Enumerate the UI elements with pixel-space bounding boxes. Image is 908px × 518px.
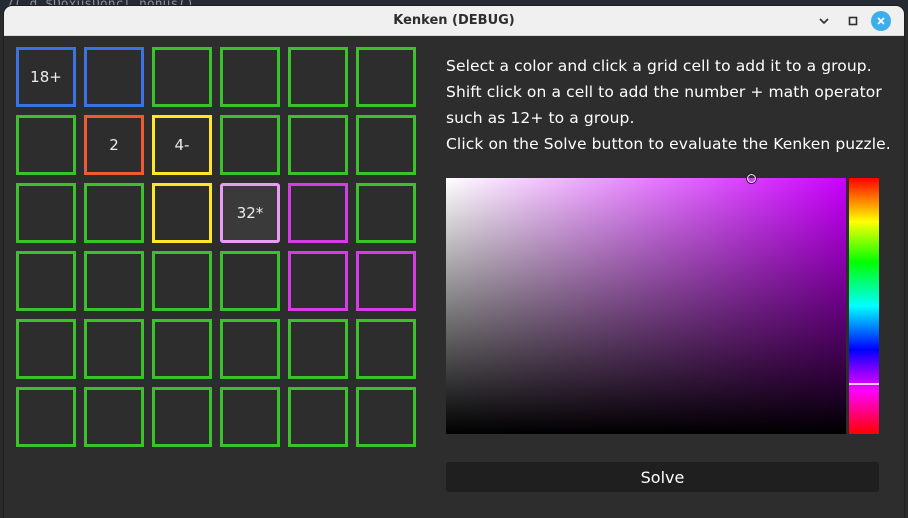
grid-cell[interactable] [220, 47, 280, 107]
grid-cell[interactable] [356, 115, 416, 175]
grid-cell[interactable] [356, 387, 416, 447]
instruction-line-4: Click on the Solve button to evaluate th… [446, 135, 891, 153]
grid-cell[interactable] [84, 47, 144, 107]
instruction-line-3: such as 12+ to a group. [446, 109, 635, 127]
grid-cell[interactable] [220, 319, 280, 379]
grid-cell[interactable] [220, 387, 280, 447]
grid-cell[interactable] [288, 387, 348, 447]
grid-cell[interactable] [220, 115, 280, 175]
grid-cell[interactable]: 32* [220, 183, 280, 243]
hue-slider-handle[interactable] [849, 383, 879, 385]
grid-cell[interactable]: 4- [152, 115, 212, 175]
grid-cell[interactable] [288, 115, 348, 175]
grid-cell[interactable]: 18+ [16, 47, 76, 107]
grid-cell[interactable] [16, 251, 76, 311]
grid-cell[interactable] [356, 251, 416, 311]
grid-cell[interactable]: 2 [84, 115, 144, 175]
grid-cell[interactable] [152, 319, 212, 379]
grid-cell[interactable] [220, 251, 280, 311]
instruction-line-2: Shift click on a cell to add the number … [446, 83, 882, 101]
grid-cell[interactable] [16, 319, 76, 379]
instructions: Select a color and click a grid cell to … [446, 53, 896, 157]
grid-cell[interactable] [16, 115, 76, 175]
instruction-line-1: Select a color and click a grid cell to … [446, 57, 872, 75]
grid-cell[interactable] [288, 47, 348, 107]
saturation-value-picker[interactable] [446, 173, 846, 434]
grid-cell[interactable] [288, 319, 348, 379]
grid-cell[interactable] [288, 251, 348, 311]
grid-cell[interactable] [356, 319, 416, 379]
grid-cell[interactable] [16, 183, 76, 243]
title-bar[interactable]: Kenken (DEBUG) [4, 6, 904, 36]
grid-cell[interactable] [84, 387, 144, 447]
window-title: Kenken (DEBUG) [393, 13, 515, 28]
grid-cell[interactable] [152, 47, 212, 107]
grid-cell[interactable] [152, 251, 212, 311]
kenken-grid: 18+ 2 4- 32* [16, 47, 431, 462]
close-button[interactable] [871, 11, 891, 31]
maximize-icon [848, 16, 858, 26]
minimize-button[interactable] [814, 11, 834, 31]
grid-cell[interactable] [288, 183, 348, 243]
color-picker-handle[interactable] [746, 173, 757, 184]
solve-button[interactable]: Solve [446, 462, 879, 492]
hue-slider[interactable] [849, 178, 879, 434]
grid-cell[interactable] [356, 47, 416, 107]
close-icon [877, 17, 885, 25]
grid-cell[interactable] [84, 319, 144, 379]
app-window: Kenken (DEBUG) 18+ 2 4- 32* Select a color … [4, 6, 904, 518]
grid-cell[interactable] [16, 387, 76, 447]
chevron-down-icon [819, 18, 829, 25]
grid-cell[interactable] [84, 183, 144, 243]
grid-cell[interactable] [152, 387, 212, 447]
grid-cell[interactable] [356, 183, 416, 243]
maximize-button[interactable] [843, 11, 863, 31]
grid-cell[interactable] [152, 183, 212, 243]
grid-cell[interactable] [84, 251, 144, 311]
